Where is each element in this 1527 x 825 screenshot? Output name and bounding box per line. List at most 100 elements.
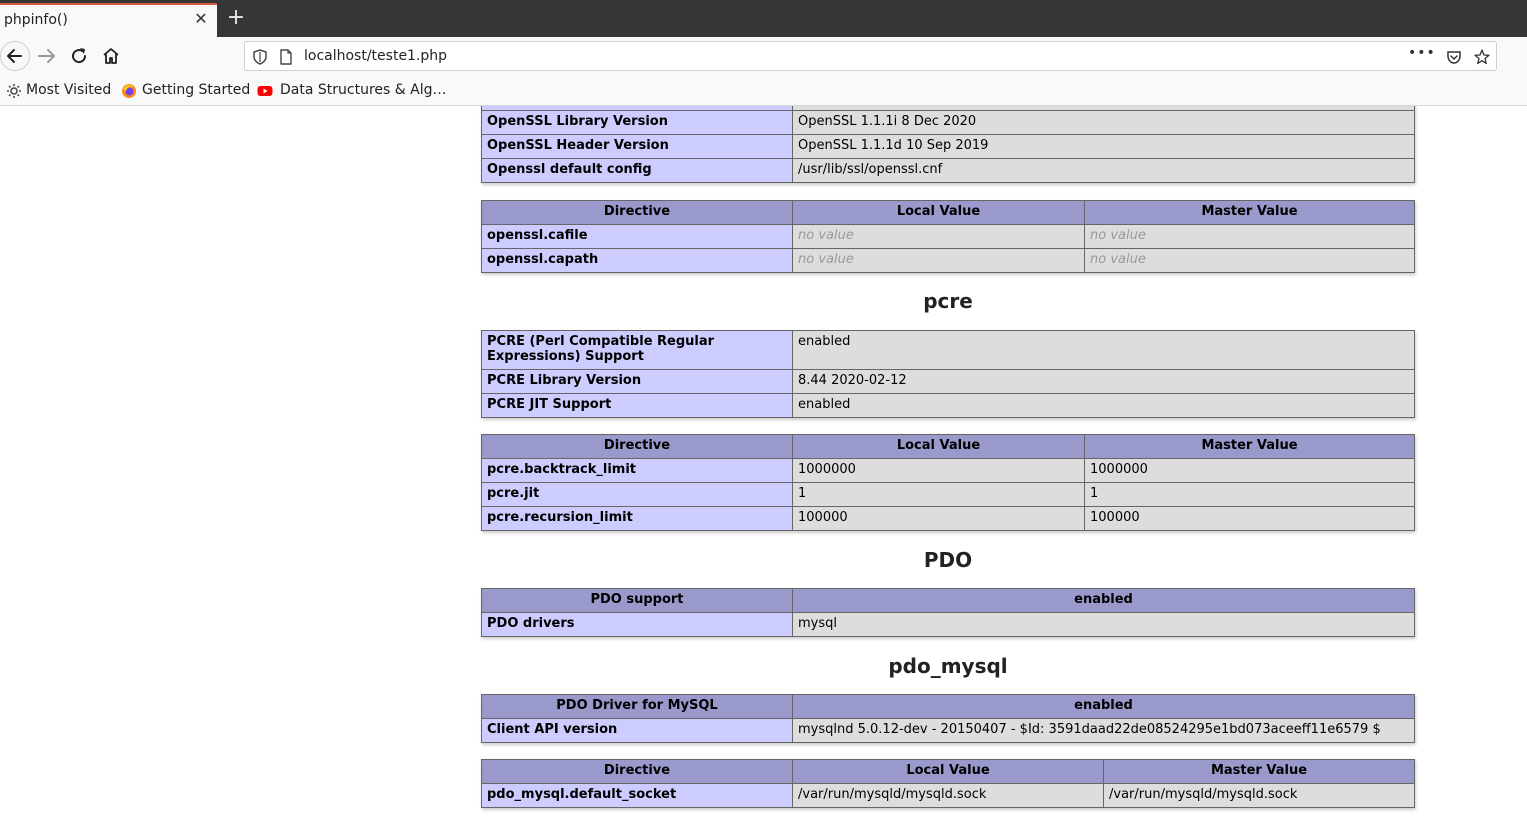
table-row: Openssl default config /usr/lib/ssl/open… (481, 158, 1415, 183)
page-actions-icon[interactable]: ••• (1408, 45, 1436, 61)
gear-icon (7, 84, 21, 98)
home-button[interactable] (98, 43, 124, 69)
row-value: 8.44 2020-02-12 (792, 369, 1415, 394)
navigation-toolbar: localhost/teste1.php ••• (0, 37, 1527, 75)
table-row: pdo_mysql.default_socket /var/run/mysqld… (481, 783, 1415, 808)
column-header: Local Value (792, 434, 1085, 459)
directive-name: pcre.jit (481, 482, 793, 507)
row-value: mysql (792, 612, 1415, 637)
forward-arrow-icon (38, 49, 55, 63)
bookmark-star-icon[interactable] (1473, 48, 1491, 66)
local-value: 100000 (792, 506, 1085, 531)
new-tab-button[interactable]: + (225, 6, 247, 30)
directive-name: openssl.cafile (481, 224, 793, 249)
master-value: no value (1084, 248, 1415, 273)
column-header: Master Value (1103, 759, 1415, 784)
column-header: Directive (481, 434, 793, 459)
pdo-mysql-directives-table: Directive Local Value Master Value pdo_m… (481, 759, 1415, 808)
table-header-row: Directive Local Value Master Value (481, 759, 1415, 784)
reload-icon (72, 48, 87, 64)
table-row: pcre.backtrack_limit 1000000 1000000 (481, 458, 1415, 483)
pocket-icon[interactable] (1445, 48, 1463, 66)
directive-name: pcre.recursion_limit (481, 506, 793, 531)
tab-title: phpinfo() (4, 12, 68, 28)
bookmark-most-visited[interactable]: Most Visited (26, 82, 111, 98)
row-value: mysqlnd 5.0.12-dev - 20150407 - $Id: 359… (792, 718, 1415, 743)
local-value: 1000000 (792, 458, 1085, 483)
section-title-pdo: PDO (923, 548, 973, 572)
local-value: no value (792, 248, 1085, 273)
table-row: pcre.jit 1 1 (481, 482, 1415, 507)
directive-name: openssl.capath (481, 248, 793, 273)
directive-name: pcre.backtrack_limit (481, 458, 793, 483)
row-name: Client API version (481, 718, 793, 743)
column-header: Directive (481, 200, 793, 225)
row-name: OpenSSL Library Version (481, 110, 793, 135)
table-row: openssl.capath no value no value (481, 248, 1415, 273)
column-header: Master Value (1084, 200, 1415, 225)
column-header: PDO Driver for MySQL (481, 694, 793, 719)
column-header: enabled (792, 588, 1415, 613)
phpinfo-page: OpenSSL Library Version OpenSSL 1.1.1i 8… (0, 106, 1527, 825)
page-info-icon[interactable] (277, 48, 295, 66)
master-value: no value (1084, 224, 1415, 249)
row-name: PCRE (Perl Compatible Regular Expression… (481, 330, 793, 370)
column-header: enabled (792, 694, 1415, 719)
row-name: Openssl default config (481, 158, 793, 183)
row-value: /usr/lib/ssl/openssl.cnf (792, 158, 1415, 183)
master-value: 100000 (1084, 506, 1415, 531)
openssl-info-table: OpenSSL Library Version OpenSSL 1.1.1i 8… (481, 106, 1415, 183)
tracking-shield-icon[interactable] (251, 48, 269, 66)
master-value: 1 (1084, 482, 1415, 507)
tab-phpinfo[interactable]: phpinfo() ✕ (0, 3, 217, 37)
column-header: Directive (481, 759, 793, 784)
section-title-pdo-mysql: pdo_mysql (888, 654, 1008, 678)
back-button[interactable] (0, 41, 30, 71)
url-text[interactable]: localhost/teste1.php (304, 48, 447, 64)
table-row: PCRE Library Version 8.44 2020-02-12 (481, 369, 1415, 394)
bookmark-getting-started[interactable]: Getting Started (142, 82, 250, 98)
local-value: no value (792, 224, 1085, 249)
row-name: PCRE Library Version (481, 369, 793, 394)
row-name: OpenSSL Header Version (481, 134, 793, 159)
master-value: /var/run/mysqld/mysqld.sock (1103, 783, 1415, 808)
row-value: OpenSSL 1.1.1d 10 Sep 2019 (792, 134, 1415, 159)
pdo-mysql-table: PDO Driver for MySQL enabled Client API … (481, 694, 1415, 743)
back-arrow-icon (7, 49, 22, 63)
reload-button[interactable] (66, 43, 92, 69)
pdo-table: PDO support enabled PDO drivers mysql (481, 588, 1415, 637)
table-header-row: PDO support enabled (481, 588, 1415, 613)
directive-name: pdo_mysql.default_socket (481, 783, 793, 808)
table-row: OpenSSL Library Version OpenSSL 1.1.1i 8… (481, 110, 1415, 135)
pcre-info-table: PCRE (Perl Compatible Regular Expression… (481, 330, 1415, 418)
column-header: Local Value (792, 759, 1104, 784)
master-value: 1000000 (1084, 458, 1415, 483)
row-value: enabled (792, 330, 1415, 370)
table-row: PCRE (Perl Compatible Regular Expression… (481, 330, 1415, 370)
row-value: OpenSSL 1.1.1i 8 Dec 2020 (792, 110, 1415, 135)
bookmarks-toolbar: Most Visited Getting Started Data Struct… (0, 75, 1527, 106)
table-row: OpenSSL Header Version OpenSSL 1.1.1d 10… (481, 134, 1415, 159)
firefox-icon (122, 84, 136, 98)
local-value: 1 (792, 482, 1085, 507)
table-row: PDO drivers mysql (481, 612, 1415, 637)
table-row: PCRE JIT Support enabled (481, 393, 1415, 418)
table-row: pcre.recursion_limit 100000 100000 (481, 506, 1415, 531)
table-row: openssl.cafile no value no value (481, 224, 1415, 249)
tab-close-icon[interactable]: ✕ (192, 10, 210, 28)
row-name: PDO drivers (481, 612, 793, 637)
local-value: /var/run/mysqld/mysqld.sock (792, 783, 1104, 808)
row-name: PCRE JIT Support (481, 393, 793, 418)
url-bar[interactable]: localhost/teste1.php ••• (244, 41, 1497, 71)
table-header-row: PDO Driver for MySQL enabled (481, 694, 1415, 719)
tab-bar: phpinfo() ✕ + (0, 0, 1527, 37)
home-icon (103, 48, 119, 64)
forward-button[interactable] (34, 43, 60, 69)
column-header: PDO support (481, 588, 793, 613)
row-value: enabled (792, 393, 1415, 418)
pcre-directives-table: Directive Local Value Master Value pcre.… (481, 434, 1415, 531)
table-header-row: Directive Local Value Master Value (481, 200, 1415, 225)
table-row: Client API version mysqlnd 5.0.12-dev - … (481, 718, 1415, 743)
bookmark-data-structures[interactable]: Data Structures & Alg… (280, 82, 446, 98)
column-header: Local Value (792, 200, 1085, 225)
